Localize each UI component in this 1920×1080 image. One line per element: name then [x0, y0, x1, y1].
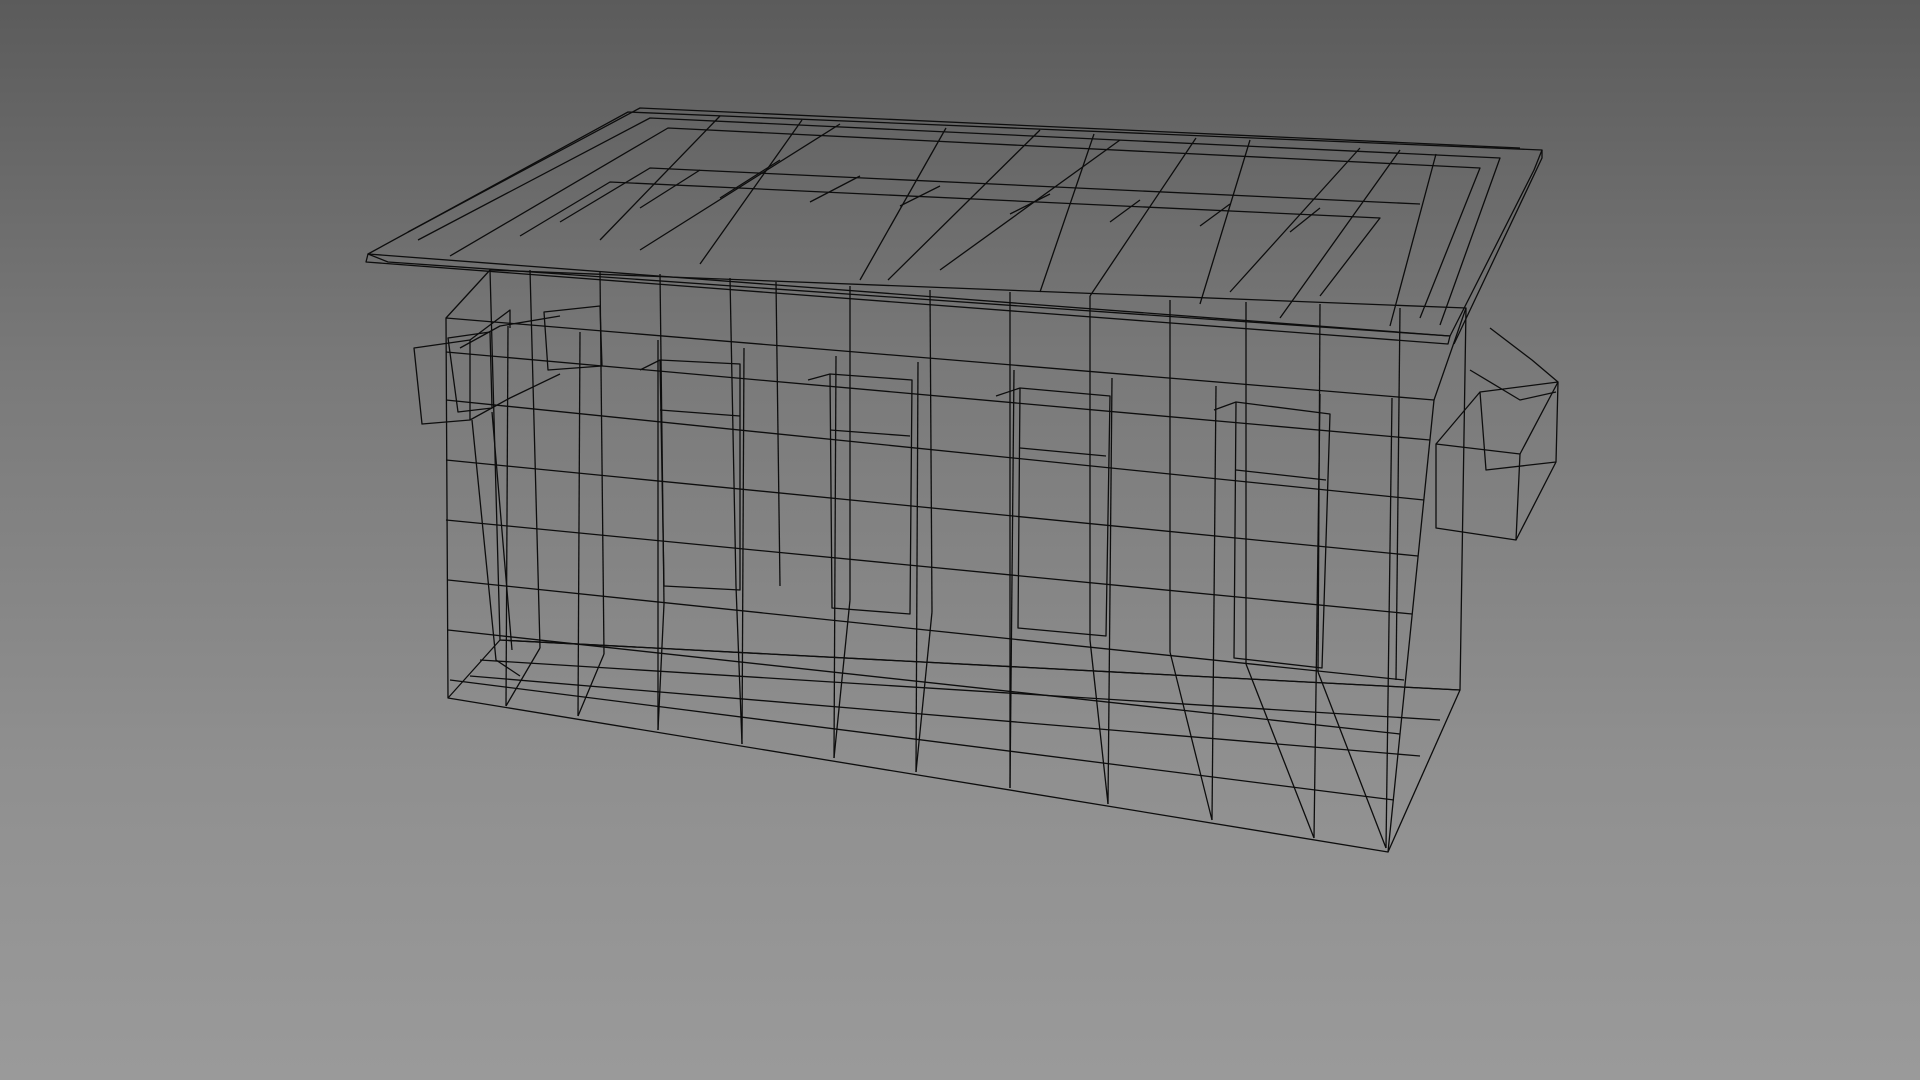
panel-2	[829, 373, 913, 615]
panel-4	[1233, 401, 1331, 669]
wireframe-model-dumpster	[365, 107, 1559, 853]
lid-inner-1	[417, 117, 1501, 326]
3d-viewport[interactable]	[0, 0, 1920, 1080]
panel-3	[1017, 387, 1111, 637]
right-trunnion	[1435, 443, 1521, 541]
body-front-face	[445, 317, 1435, 853]
lid-front-face	[365, 253, 1451, 345]
dumpster-wireframe	[365, 107, 1559, 853]
panel-1	[659, 359, 741, 591]
lid-top-face	[367, 111, 1543, 337]
